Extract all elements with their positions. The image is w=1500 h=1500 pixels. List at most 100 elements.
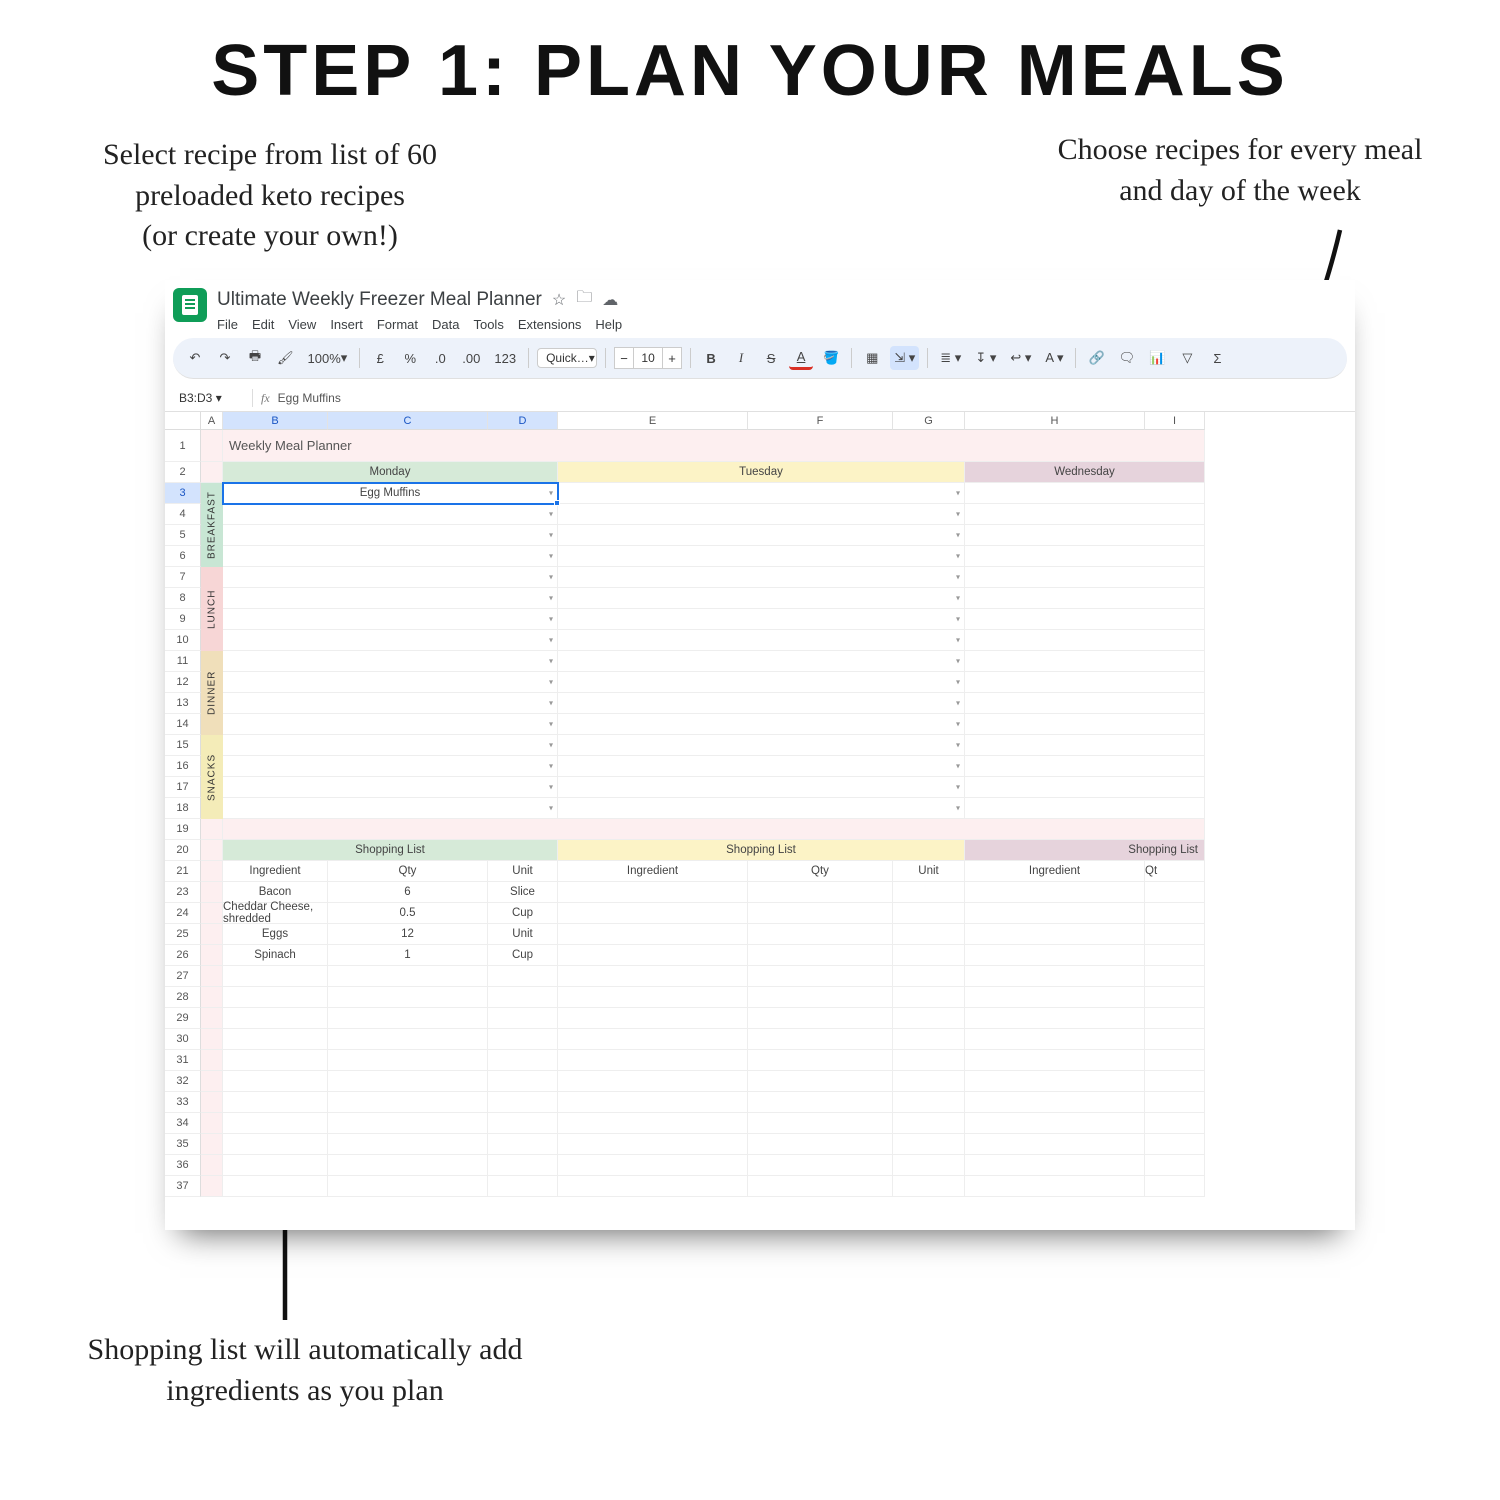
recipe-dropdown[interactable]: ▾ <box>558 798 965 819</box>
row-header[interactable]: 20 <box>165 840 201 861</box>
chart-icon[interactable]: 📊 <box>1145 346 1169 370</box>
recipe-dropdown[interactable]: ▾ <box>558 756 965 777</box>
fill-color-icon[interactable]: 🪣 <box>819 346 843 370</box>
recipe-dropdown[interactable]: ▾ <box>223 756 558 777</box>
row-header[interactable]: 5 <box>165 525 201 546</box>
unit-cell[interactable]: Slice <box>488 882 558 903</box>
qty-cell[interactable]: 1 <box>328 945 488 966</box>
recipe-dropdown[interactable]: ▾ <box>558 483 965 504</box>
recipe-dropdown[interactable]: ▾ <box>223 525 558 546</box>
col-ingredient[interactable]: Ingredient <box>558 861 748 882</box>
recipe-dropdown[interactable]: ▾ <box>223 567 558 588</box>
col-header[interactable]: B <box>223 412 328 430</box>
italic-button[interactable]: I <box>729 346 753 370</box>
cell[interactable] <box>201 430 223 462</box>
cell[interactable] <box>965 798 1205 819</box>
shopping-header[interactable]: Shopping List <box>558 840 965 861</box>
shopping-header[interactable]: Shopping List <box>223 840 558 861</box>
day-header-monday[interactable]: Monday <box>223 462 558 483</box>
print-icon[interactable]: 🖶 <box>243 346 267 370</box>
select-all-corner[interactable] <box>165 412 201 430</box>
recipe-dropdown[interactable]: ▾ <box>223 588 558 609</box>
bold-button[interactable]: B <box>699 346 723 370</box>
wrap-icon[interactable]: ↩ ▾ <box>1006 346 1035 370</box>
percent-button[interactable]: % <box>398 346 422 370</box>
ingredient-cell[interactable]: Spinach <box>223 945 328 966</box>
row-header[interactable]: 11 <box>165 651 201 672</box>
cell[interactable] <box>965 693 1205 714</box>
recipe-dropdown[interactable]: ▾ <box>223 777 558 798</box>
v-align-icon[interactable]: ↧ ▾ <box>971 346 1000 370</box>
row-header[interactable]: 29 <box>165 1008 201 1029</box>
col-header[interactable]: E <box>558 412 748 430</box>
row-header[interactable]: 31 <box>165 1050 201 1071</box>
menu-data[interactable]: Data <box>432 317 459 332</box>
row-header[interactable]: 8 <box>165 588 201 609</box>
font-size-stepper[interactable]: − 10 + <box>614 347 682 369</box>
row-header[interactable]: 28 <box>165 987 201 1008</box>
recipe-dropdown[interactable]: ▾ <box>558 546 965 567</box>
row-header[interactable]: 26 <box>165 945 201 966</box>
col-header[interactable]: H <box>965 412 1145 430</box>
star-icon[interactable]: ☆ <box>552 290 566 310</box>
cell[interactable] <box>965 735 1205 756</box>
cell[interactable] <box>965 546 1205 567</box>
planner-title[interactable]: Weekly Meal Planner <box>223 430 1205 462</box>
paint-format-icon[interactable]: 🖌 <box>273 346 298 370</box>
qty-cell[interactable]: 0.5 <box>328 903 488 924</box>
recipe-dropdown[interactable]: ▾ <box>223 504 558 525</box>
rotate-icon[interactable]: A ▾ <box>1041 346 1067 370</box>
row-header[interactable]: 21 <box>165 861 201 882</box>
recipe-dropdown[interactable]: ▾ <box>223 609 558 630</box>
h-align-icon[interactable]: ≣ ▾ <box>936 346 965 370</box>
recipe-dropdown[interactable]: ▾ <box>558 504 965 525</box>
col-qty[interactable]: Qt <box>1145 861 1205 882</box>
menu-help[interactable]: Help <box>595 317 622 332</box>
cell[interactable] <box>965 672 1205 693</box>
unit-cell[interactable]: Cup <box>488 945 558 966</box>
col-ingredient[interactable]: Ingredient <box>965 861 1145 882</box>
redo-icon[interactable]: ↷ <box>213 346 237 370</box>
row-header[interactable]: 34 <box>165 1113 201 1134</box>
font-size-value[interactable]: 10 <box>634 347 662 369</box>
row-header[interactable]: 7 <box>165 567 201 588</box>
recipe-dropdown[interactable]: ▾ <box>558 588 965 609</box>
col-unit[interactable]: Unit <box>893 861 965 882</box>
col-header[interactable]: G <box>893 412 965 430</box>
col-header[interactable]: D <box>488 412 558 430</box>
row-header[interactable]: 14 <box>165 714 201 735</box>
cell[interactable] <box>965 630 1205 651</box>
recipe-dropdown[interactable]: ▾ <box>558 525 965 546</box>
recipe-dropdown[interactable]: ▾ <box>558 714 965 735</box>
decrease-decimal-button[interactable]: .0 <box>428 346 452 370</box>
row-header[interactable]: 36 <box>165 1155 201 1176</box>
menu-view[interactable]: View <box>288 317 316 332</box>
filter-icon[interactable]: ▽ <box>1175 346 1199 370</box>
day-header-wednesday[interactable]: Wednesday <box>965 462 1205 483</box>
selection-handle[interactable] <box>554 500 560 506</box>
recipe-dropdown[interactable]: ▾ <box>223 630 558 651</box>
row-header[interactable]: 16 <box>165 756 201 777</box>
row-header[interactable]: 32 <box>165 1071 201 1092</box>
move-icon[interactable]: 🗀 <box>576 286 592 313</box>
shopping-header[interactable]: Shopping List <box>965 840 1205 861</box>
unit-cell[interactable]: Unit <box>488 924 558 945</box>
row-header[interactable]: 33 <box>165 1092 201 1113</box>
row-header[interactable]: 1 <box>165 430 201 462</box>
col-ingredient[interactable]: Ingredient <box>223 861 328 882</box>
undo-icon[interactable]: ↶ <box>183 346 207 370</box>
qty-cell[interactable]: 6 <box>328 882 488 903</box>
functions-icon[interactable]: Σ <box>1205 346 1229 370</box>
menu-insert[interactable]: Insert <box>330 317 363 332</box>
recipe-dropdown[interactable]: ▾ <box>558 777 965 798</box>
comment-icon[interactable]: 🗨 <box>1115 346 1140 370</box>
cell[interactable] <box>965 504 1205 525</box>
cell[interactable] <box>965 651 1205 672</box>
cell[interactable] <box>965 756 1205 777</box>
borders-icon[interactable]: ▦ <box>860 346 884 370</box>
sheet-body[interactable]: Weekly Meal Planner Monday Tuesday Wedne… <box>201 430 1355 1197</box>
col-qty[interactable]: Qty <box>328 861 488 882</box>
cell[interactable] <box>965 714 1205 735</box>
row-header[interactable]: 15 <box>165 735 201 756</box>
row-header[interactable]: 3 <box>165 483 201 504</box>
